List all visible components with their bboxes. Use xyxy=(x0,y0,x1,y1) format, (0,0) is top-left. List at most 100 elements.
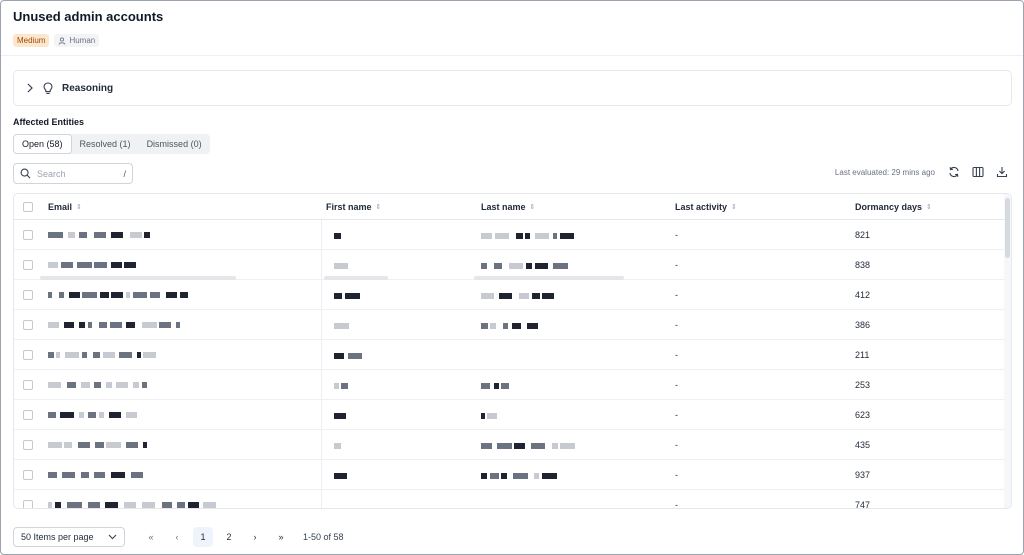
redaction-block xyxy=(553,233,557,239)
redaction-block xyxy=(88,502,100,508)
row-checkbox[interactable] xyxy=(23,320,33,330)
redaction-block xyxy=(56,352,60,358)
redaction-block xyxy=(48,262,58,268)
row-checkbox[interactable] xyxy=(23,350,33,360)
select-all-checkbox[interactable] xyxy=(23,202,33,212)
table-row[interactable]: - 821 xyxy=(14,220,1006,250)
tab-open[interactable]: Open (58) xyxy=(13,134,72,154)
table-toolbar: Last evaluated: 29 mins ago xyxy=(835,165,1009,179)
page-button-2[interactable]: 2 xyxy=(219,527,239,547)
redacted-last-name xyxy=(481,370,591,400)
table-row[interactable]: - 412 xyxy=(14,280,1006,310)
refresh-icon xyxy=(949,166,959,178)
reasoning-accordion[interactable]: Reasoning xyxy=(13,70,1012,106)
table-row[interactable]: - 435 xyxy=(14,430,1006,460)
table-row[interactable]: - 747 xyxy=(14,490,1006,509)
redaction-block xyxy=(64,322,74,328)
redaction-block xyxy=(82,292,97,298)
redaction-block xyxy=(535,233,549,239)
redaction-block xyxy=(109,412,121,418)
redaction-block xyxy=(177,502,185,508)
redaction-block xyxy=(552,443,558,449)
redaction-block xyxy=(126,412,137,418)
redaction-block xyxy=(501,383,509,389)
redaction-block xyxy=(334,263,348,269)
tab-dismissed[interactable]: Dismissed (0) xyxy=(139,134,210,154)
last-activity-cell: - xyxy=(675,500,678,509)
source-badge: Human xyxy=(54,34,100,47)
redacted-first-name xyxy=(334,370,362,400)
redacted-last-name xyxy=(481,280,591,310)
row-checkbox[interactable] xyxy=(23,290,33,300)
dormancy-days-cell: 435 xyxy=(855,440,871,450)
table-row[interactable]: - 937 xyxy=(14,460,1006,490)
dormancy-days-cell: 253 xyxy=(855,380,871,390)
vertical-scrollbar[interactable] xyxy=(1004,194,1011,508)
redaction-block xyxy=(499,293,512,299)
last-page-button[interactable]: » xyxy=(271,527,291,547)
horizontal-scrollbar[interactable] xyxy=(40,276,236,280)
redaction-block xyxy=(334,383,339,389)
redaction-block xyxy=(487,413,497,419)
row-checkbox[interactable] xyxy=(23,470,33,480)
redaction-block xyxy=(514,443,525,449)
redaction-block xyxy=(535,263,548,269)
row-checkbox[interactable] xyxy=(23,410,33,420)
column-header-email[interactable]: Email ⇕ xyxy=(48,194,82,220)
table-row[interactable]: - 211 xyxy=(14,340,1006,370)
sort-icon: ⇕ xyxy=(76,204,82,211)
first-page-button[interactable]: « xyxy=(141,527,161,547)
redaction-block xyxy=(481,443,492,449)
refresh-button[interactable] xyxy=(947,165,961,179)
tab-resolved[interactable]: Resolved (1) xyxy=(72,134,139,154)
redaction-block xyxy=(100,292,109,298)
redaction-block xyxy=(111,292,123,298)
table-row[interactable]: - 386 xyxy=(14,310,1006,340)
row-checkbox[interactable] xyxy=(23,380,33,390)
row-checkbox[interactable] xyxy=(23,500,33,508)
redaction-block xyxy=(94,232,106,238)
columns-icon xyxy=(972,166,984,178)
row-checkbox[interactable] xyxy=(23,260,33,270)
table-row[interactable]: - 253 xyxy=(14,370,1006,400)
redaction-block xyxy=(180,292,188,298)
column-header-last-name[interactable]: Last name ⇕ xyxy=(481,194,535,220)
column-header-last-activity[interactable]: Last activity ⇕ xyxy=(675,194,737,220)
download-button[interactable] xyxy=(995,165,1009,179)
next-page-button[interactable]: › xyxy=(245,527,265,547)
redaction-block xyxy=(509,263,523,269)
scrollbar-thumb[interactable] xyxy=(1005,198,1010,258)
page-button-1[interactable]: 1 xyxy=(193,527,213,547)
items-per-page-select[interactable]: 50 Items per page xyxy=(13,527,125,547)
redaction-block xyxy=(162,502,172,508)
previous-page-button[interactable]: ‹ xyxy=(167,527,187,547)
source-badge-label: Human xyxy=(69,36,96,45)
redaction-block xyxy=(124,502,136,508)
row-checkbox[interactable] xyxy=(23,230,33,240)
redaction-block xyxy=(481,473,487,479)
redacted-email xyxy=(48,430,228,460)
redaction-block xyxy=(526,263,532,269)
horizontal-scrollbar[interactable] xyxy=(324,276,388,280)
redaction-block xyxy=(142,502,155,508)
horizontal-scrollbar[interactable] xyxy=(474,276,624,280)
redacted-email xyxy=(48,310,228,340)
search-input[interactable]: Search / xyxy=(13,163,133,184)
redaction-block xyxy=(48,382,61,388)
redacted-last-name xyxy=(481,430,591,460)
column-header-dormancy-days[interactable]: Dormancy days ⇕ xyxy=(855,194,932,220)
last-activity-cell: - xyxy=(675,320,678,330)
row-checkbox[interactable] xyxy=(23,440,33,450)
redaction-block xyxy=(62,472,75,478)
column-header-first-name[interactable]: First name ⇕ xyxy=(326,194,381,220)
columns-button[interactable] xyxy=(971,165,985,179)
redaction-block xyxy=(166,292,177,298)
redaction-block xyxy=(130,232,142,238)
redaction-block xyxy=(133,382,139,388)
redacted-last-name xyxy=(481,490,591,508)
redaction-block xyxy=(94,262,107,268)
redaction-block xyxy=(119,352,132,358)
table-row[interactable]: - 623 xyxy=(14,400,1006,430)
redaction-block xyxy=(334,293,342,299)
redacted-first-name xyxy=(334,400,362,430)
